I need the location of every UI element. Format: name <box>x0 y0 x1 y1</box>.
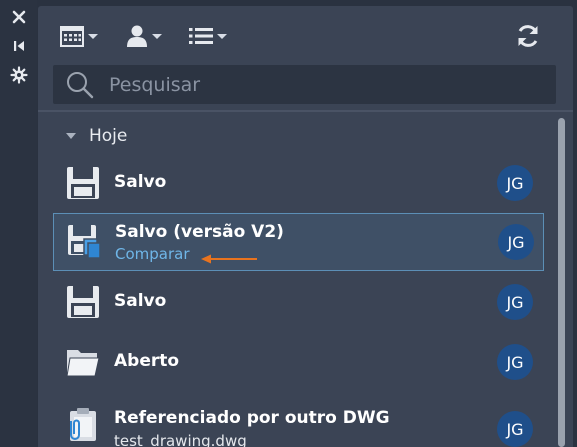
calendar-icon <box>60 26 84 47</box>
toolbar <box>38 6 573 62</box>
close-icon <box>12 10 26 24</box>
search-input[interactable] <box>109 73 529 96</box>
list-item[interactable]: Salvo JG <box>53 273 544 331</box>
list-icon <box>189 28 213 44</box>
list-item[interactable]: Aberto JG <box>53 333 544 391</box>
group-header-today[interactable]: Hoje <box>66 126 127 146</box>
user-filter-button[interactable] <box>126 20 162 52</box>
refresh-button[interactable] <box>515 20 541 52</box>
open-folder-icon <box>66 350 100 377</box>
side-rail <box>0 0 37 447</box>
floppy-disk-compare-icon <box>68 225 101 258</box>
avatar: JG <box>497 344 533 380</box>
avatar: JG <box>497 411 533 447</box>
compare-link[interactable]: Comparar <box>115 245 190 263</box>
settings-button[interactable] <box>8 64 30 86</box>
history-panel: Hoje Salvo JG Salvo (versão V2) <box>38 6 573 447</box>
list-item[interactable]: Referenciado por outro DWG test_drawing.… <box>53 393 544 447</box>
chevron-down-icon <box>152 34 162 39</box>
floppy-disk-icon <box>67 167 99 199</box>
list-item-selected[interactable]: Salvo (versão V2) Comparar JG <box>53 213 544 271</box>
user-icon <box>127 25 147 47</box>
clipboard-paperclip-icon <box>70 408 96 441</box>
annotation-arrow-icon <box>201 254 257 264</box>
group-label: Hoje <box>89 126 128 146</box>
close-button[interactable] <box>8 6 30 28</box>
item-title: Salvo <box>114 172 167 192</box>
floppy-disk-icon <box>67 286 99 318</box>
collapse-button[interactable] <box>8 35 30 57</box>
calendar-filter-button[interactable] <box>60 20 98 52</box>
scroll-thumb[interactable] <box>558 118 565 447</box>
chevron-down-icon <box>217 34 227 39</box>
scrollbar[interactable] <box>555 114 565 447</box>
avatar: JG <box>498 224 534 260</box>
search-icon <box>67 71 94 98</box>
item-title: Salvo <box>114 291 167 311</box>
avatar: JG <box>497 284 533 320</box>
list-item[interactable]: Salvo JG <box>53 154 544 212</box>
refresh-icon <box>518 25 538 47</box>
item-subtitle: test_drawing.dwg <box>114 432 247 447</box>
gear-icon <box>10 66 28 84</box>
search-box <box>53 65 556 104</box>
item-title: Aberto <box>114 351 180 371</box>
chevron-down-icon <box>88 34 98 39</box>
history-list: Hoje Salvo JG Salvo (versão V2) Comparar… <box>38 112 573 447</box>
item-title: Referenciado por outro DWG <box>114 408 390 428</box>
chevron-down-icon <box>66 133 76 139</box>
avatar: JG <box>497 165 533 201</box>
item-title: Salvo (versão V2) <box>115 222 284 242</box>
skip-back-icon <box>14 41 24 51</box>
list-filter-button[interactable] <box>189 20 227 52</box>
